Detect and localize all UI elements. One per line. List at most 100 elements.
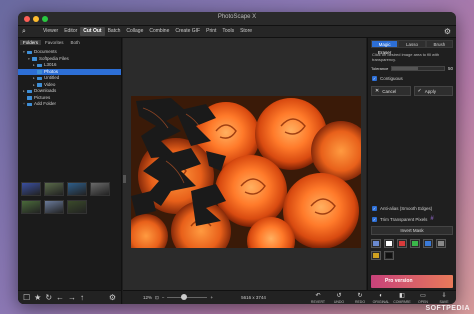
color-swatch[interactable] [436, 239, 446, 248]
folder-icon [32, 57, 37, 61]
image-dimensions: 5616 x 3744 [241, 295, 266, 300]
antialias-checkbox[interactable]: ✓ Anti-alias (Smooth Edges) [372, 206, 452, 211]
color-swatch[interactable] [423, 239, 433, 248]
redo-label: REDO [354, 300, 366, 304]
browser-settings-gear-icon[interactable]: ⚙ [109, 293, 116, 302]
image-thumbnail[interactable] [21, 200, 41, 214]
mask-options: ✓ Anti-alias (Smooth Edges) ✓ Trim Trans… [368, 206, 456, 260]
undo-button[interactable]: ↺ UNDO [331, 293, 347, 304]
folder-icon [27, 50, 32, 54]
up-arrow-icon[interactable]: ↑ [80, 293, 84, 302]
open-button[interactable]: ▭ OPEN [415, 293, 431, 304]
cutout-tools-panel: Magic Eraser Lasso Brush Click on desired … [367, 38, 456, 290]
left-panel-tabs: Folders Favorites Both [18, 38, 121, 47]
color-swatch[interactable] [397, 239, 407, 248]
tab-lasso[interactable]: Lasso [398, 40, 426, 48]
image-thumbnail[interactable] [67, 200, 87, 214]
swatch-color [373, 241, 379, 246]
invert-mask-button[interactable]: Invert Mask [371, 226, 453, 235]
image-thumbnail[interactable] [44, 182, 64, 196]
open-label: OPEN [418, 300, 428, 304]
revert-icon: ↶ [315, 293, 321, 299]
folder-icon [27, 89, 32, 93]
collapse-panel-handle[interactable] [123, 175, 126, 183]
menu-tools[interactable]: Tools [219, 27, 237, 36]
menu-create-gif[interactable]: Create GIF [172, 27, 203, 36]
app-window: PhotoScape X ⌕ Viewer Editor Cut Out Batch C… [18, 12, 456, 304]
apply-button[interactable]: ✓ Apply [413, 86, 453, 96]
image-canvas-area[interactable] [123, 38, 366, 290]
original-button[interactable]: ◐ ORIGINAL [373, 293, 390, 304]
roses-photo-image [131, 96, 361, 248]
zoom-in-icon[interactable]: + [210, 295, 213, 300]
action-button-row: ✕ Cancel ✓ Apply [371, 86, 453, 96]
cancel-button[interactable]: ✕ Cancel [371, 86, 411, 96]
menu-cut-out[interactable]: Cut Out [80, 27, 105, 36]
checkmark-icon: ✓ [372, 76, 377, 81]
swatch-color [386, 241, 392, 246]
settings-gear-icon[interactable]: ⚙ [444, 27, 451, 36]
compare-button[interactable]: ◧ COMPARE [393, 293, 411, 304]
app-logo-icon[interactable]: ⌕ [22, 28, 30, 36]
trim-checkbox[interactable]: ✓ Trim Transparent Pixels # [372, 216, 452, 222]
tolerance-label: Tolerance [371, 66, 389, 71]
menu-viewer[interactable]: Viewer [40, 27, 61, 36]
back-arrow-icon[interactable]: ← [56, 293, 64, 302]
original-icon: ◐ [379, 293, 383, 299]
revert-button[interactable]: ↶ REVERT [310, 293, 326, 304]
folder-icon [37, 63, 42, 67]
checkmark-icon: ✓ [372, 216, 377, 222]
tolerance-slider[interactable] [391, 66, 445, 71]
zoom-value[interactable]: 12% [143, 295, 152, 300]
color-swatch[interactable] [384, 251, 394, 260]
tolerance-slider-fill [392, 67, 419, 70]
tab-folders[interactable]: Folders [20, 40, 42, 45]
image-thumbnail[interactable] [44, 200, 64, 214]
zoom-slider[interactable] [167, 294, 208, 301]
folder-icon [37, 76, 42, 80]
window-title: PhotoScape X [217, 14, 257, 20]
color-swatch[interactable] [410, 239, 420, 248]
compare-icon: ◧ [399, 293, 405, 299]
tolerance-value[interactable]: 50 [448, 66, 453, 71]
fit-screen-icon[interactable]: ⊡ [155, 295, 159, 301]
zoom-out-icon[interactable]: − [162, 295, 165, 300]
image-thumbnail[interactable] [21, 182, 41, 196]
favorite-star-icon[interactable]: ★ [34, 293, 41, 302]
title-bar: PhotoScape X [18, 12, 456, 26]
color-swatch[interactable] [371, 239, 381, 248]
menu-editor[interactable]: Editor [61, 27, 80, 36]
menu-combine[interactable]: Combine [146, 27, 172, 36]
color-swatch[interactable] [371, 251, 381, 260]
menu-batch[interactable]: Batch [105, 27, 124, 36]
refresh-icon[interactable]: ↻ [45, 293, 52, 302]
menu-store[interactable]: Store [237, 27, 255, 36]
thumbnail-row [21, 200, 121, 214]
image-thumbnail[interactable] [67, 182, 87, 196]
forward-arrow-icon[interactable]: → [68, 293, 76, 302]
folder-icon [27, 96, 32, 100]
color-swatch[interactable] [384, 239, 394, 248]
swatch-color [438, 241, 444, 246]
menu-collage[interactable]: Collage [123, 27, 146, 36]
folder-tree: ▾ Documents ▾ Softpedia Files ▸ L3016 Photos ▸ U… [18, 47, 121, 108]
main-menu-bar: ⌕ Viewer Editor Cut Out Batch Collage Combine… [18, 26, 456, 38]
swatch-color [425, 241, 431, 246]
zoom-slider-knob[interactable] [181, 294, 188, 301]
tab-brush[interactable]: Brush [425, 40, 453, 48]
zoom-control: 12% ⊡ − + [143, 294, 213, 301]
contiguous-checkbox[interactable]: ✓ Contiguous [372, 76, 452, 81]
tab-magic-eraser[interactable]: Magic Eraser [371, 40, 399, 55]
tab-favorites[interactable]: Favorites [42, 40, 67, 45]
undo-icon: ↺ [336, 293, 342, 299]
save-button[interactable]: ⇩ SAVE [436, 293, 452, 304]
pro-version-banner[interactable]: Pro version [371, 275, 453, 288]
tab-both[interactable]: Both [68, 40, 83, 45]
redo-button[interactable]: ↻ REDO [352, 293, 368, 304]
compare-label: COMPARE [393, 300, 411, 304]
bookmark-icon[interactable]: ☐ [23, 293, 30, 302]
menu-print[interactable]: Print [203, 27, 219, 36]
edited-photo[interactable] [131, 96, 361, 248]
folder-tree-item[interactable]: + Add Folder [18, 101, 121, 108]
image-thumbnail[interactable] [90, 182, 110, 196]
